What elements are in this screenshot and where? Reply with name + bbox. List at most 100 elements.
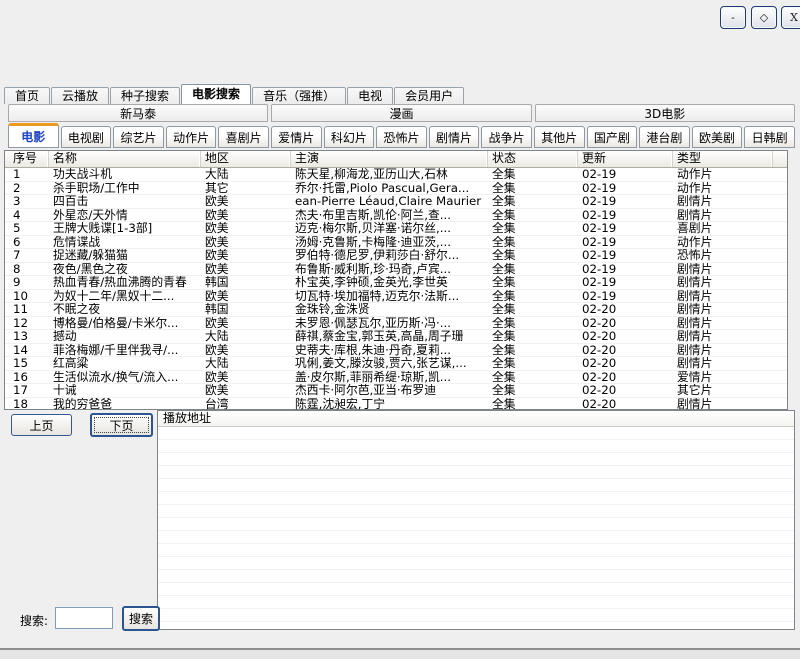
table-row[interactable]: 1 功夫战斗机 大陆 陈天星,柳海龙,亚历山大,石林 全集 02-19 动作片 (5, 168, 787, 182)
play-address-list[interactable] (158, 427, 794, 629)
cell-filler (773, 276, 787, 289)
cell-type: 动作片 (673, 168, 773, 181)
tab-cloud-play[interactable]: 云播放 (51, 87, 109, 104)
cell-filler (773, 371, 787, 384)
table-row[interactable]: 18 我的穷爸爸 台湾 陈霆,沈昶宏,丁宁 全集 02-20 剧情片 (5, 398, 787, 412)
group-tab[interactable]: 新马泰 (8, 104, 268, 122)
category-tab[interactable]: 日韩剧 (744, 126, 795, 148)
category-tab[interactable]: 电视剧 (61, 126, 112, 148)
category-tab[interactable]: 爱情片 (271, 126, 322, 148)
group-tab[interactable]: 漫画 (271, 104, 531, 122)
cell-name: 四百击 (49, 195, 201, 208)
category-tab[interactable]: 港台剧 (639, 126, 690, 148)
cell-status: 全集 (488, 344, 578, 357)
column-header-status[interactable]: 状态 (488, 151, 578, 167)
main-tab-label: 会员用户 (405, 89, 453, 103)
main-tab-bar: 首页 云播放 种子搜索 电影搜索 音乐（强推） 电视 会员用户 (4, 85, 465, 104)
cell-index: 12 (5, 317, 49, 330)
column-header-name[interactable]: 名称 (49, 151, 201, 167)
cell-status: 全集 (488, 398, 578, 411)
table-row[interactable]: 9 热血青春/热血沸腾的青春 韩国 朴宝英,李钟硕,金英光,李世英 全集 02-… (5, 276, 787, 290)
restore-button[interactable]: ◇ (751, 6, 777, 29)
category-tab[interactable]: 战争片 (481, 126, 532, 148)
column-header-index[interactable]: 序号 (5, 151, 49, 167)
cell-updated: 02-20 (578, 384, 673, 397)
category-tab[interactable]: 欧美剧 (692, 126, 743, 148)
close-button[interactable]: X (781, 6, 800, 29)
cell-index: 17 (5, 384, 49, 397)
tab-home[interactable]: 首页 (4, 87, 50, 104)
cell-cast: 布鲁斯·威利斯,珍·玛奇,卢宾... (291, 263, 488, 276)
category-tab-label: 电视剧 (68, 129, 104, 146)
tab-tv[interactable]: 电视 (347, 87, 393, 104)
table-row[interactable]: 14 菲洛梅娜/千里伴我寻/... 欧美 史蒂夫·库根,朱迪·丹奇,夏莉... … (5, 344, 787, 358)
cell-updated: 02-19 (578, 209, 673, 222)
table-row[interactable]: 3 四百击 欧美 ean-Pierre Léaud,Claire Maurier… (5, 195, 787, 209)
category-tab[interactable]: 动作片 (166, 126, 217, 148)
cell-updated: 02-19 (578, 168, 673, 181)
column-header-updated[interactable]: 更新 (578, 151, 673, 167)
group-tab[interactable]: 3D电影 (535, 104, 795, 122)
cell-type: 剧情片 (673, 195, 773, 208)
table-row[interactable]: 7 捉迷藏/躲猫猫 欧美 罗伯特·德尼罗,伊莉莎白·舒尔... 全集 02-19… (5, 249, 787, 263)
table-row[interactable]: 16 生活似流水/换气/流入... 欧美 盖·皮尔斯,菲丽希缇·琼斯,凯... … (5, 371, 787, 385)
cell-cast: 罗伯特·德尼罗,伊莉莎白·舒尔... (291, 249, 488, 262)
category-tab[interactable]: 科幻片 (324, 126, 375, 148)
cell-region: 韩国 (201, 303, 291, 316)
table-row[interactable]: 8 夜色/黑色之夜 欧美 布鲁斯·威利斯,珍·玛奇,卢宾... 全集 02-19… (5, 263, 787, 277)
table-row[interactable]: 11 不眠之夜 韩国 金珠铃,金洙贤 全集 02-20 剧情片 (5, 303, 787, 317)
cell-name: 不眠之夜 (49, 303, 201, 316)
table-row[interactable]: 13 撼动 大陆 薛祺,蔡金宝,郭玉英,高晶,周子珊 全集 02-20 剧情片 (5, 330, 787, 344)
cell-updated: 02-19 (578, 222, 673, 235)
table-row[interactable]: 6 危情谍战 欧美 汤姆·克鲁斯,卡梅隆·迪亚茨,... 全集 02-19 动作… (5, 236, 787, 250)
cell-status: 全集 (488, 263, 578, 276)
table-row[interactable]: 5 王牌大贱谍[1-3部] 欧美 迈克·梅尔斯,贝洋塞·诺尔丝,... 全集 0… (5, 222, 787, 236)
cell-name: 生活似流水/换气/流入... (49, 371, 201, 384)
cell-name: 十诫 (49, 384, 201, 397)
category-tab[interactable]: 其他片 (534, 126, 585, 148)
category-tab-label: 科幻片 (331, 129, 367, 146)
tab-movie-search[interactable]: 电影搜索 (181, 84, 251, 104)
tab-member[interactable]: 会员用户 (394, 87, 464, 104)
search-input[interactable] (55, 607, 113, 629)
tab-torrent-search[interactable]: 种子搜索 (110, 87, 180, 104)
cell-region: 韩国 (201, 276, 291, 289)
prev-page-button[interactable]: 上页 (11, 414, 72, 436)
table-row[interactable]: 4 外星恋/天外情 欧美 杰夫·布里吉斯,凯伦·阿兰,查... 全集 02-19… (5, 209, 787, 223)
table-row[interactable]: 15 红高粱 大陆 巩俐,姜文,滕汝骏,贾六,张艺谋,... 全集 02-20 … (5, 357, 787, 371)
minimize-button[interactable]: - (720, 6, 746, 29)
column-header-cast[interactable]: 主演 (291, 151, 488, 167)
main-tab-label: 电影搜索 (192, 87, 240, 101)
cell-name: 外星恋/天外情 (49, 209, 201, 222)
table-row[interactable]: 17 十诫 欧美 杰西卡·阿尔芭,亚当·布罗迪 全集 02-20 其它片 (5, 384, 787, 398)
search-button[interactable]: 搜索 (122, 606, 160, 631)
cell-cast: 杰西卡·阿尔芭,亚当·布罗迪 (291, 384, 488, 397)
tab-music[interactable]: 音乐（强推） (252, 87, 346, 104)
category-tab[interactable]: 恐怖片 (376, 126, 427, 148)
column-header-region[interactable]: 地区 (201, 151, 291, 167)
category-tab-label: 综艺片 (120, 129, 156, 146)
category-tab[interactable]: 剧情片 (429, 126, 480, 148)
column-header-filler (773, 151, 787, 167)
cell-index: 11 (5, 303, 49, 316)
cell-filler (773, 398, 787, 411)
category-tab[interactable]: 电影 (8, 123, 59, 148)
table-row[interactable]: 12 博格曼/伯格曼/卡米尔... 欧美 未罗恩·佩瑟瓦尔,亚历斯·冯·... … (5, 317, 787, 331)
next-page-button[interactable]: 下页 (90, 413, 153, 437)
category-tab-label: 电影 (21, 128, 45, 145)
cell-updated: 02-19 (578, 182, 673, 195)
category-tab[interactable]: 综艺片 (113, 126, 164, 148)
cell-filler (773, 344, 787, 357)
table-row[interactable]: 2 杀手职场/工作中 其它 乔尔·托雷,Piolo Pascual,Gera..… (5, 182, 787, 196)
column-header-type[interactable]: 类型 (673, 151, 773, 167)
cell-filler (773, 168, 787, 181)
cell-type: 剧情片 (673, 303, 773, 316)
movie-table: 序号 名称 地区 主演 状态 更新 类型 1 功夫战斗机 大陆 陈天星,柳海龙,… (4, 150, 788, 410)
window-bottom-strip (0, 650, 800, 659)
cell-status: 全集 (488, 209, 578, 222)
category-tab[interactable]: 喜剧片 (218, 126, 269, 148)
category-tab[interactable]: 国产剧 (587, 126, 638, 148)
cell-name: 博格曼/伯格曼/卡米尔... (49, 317, 201, 330)
app-window: - ◇ X 首页 云播放 种子搜索 电影搜索 音乐（强推） 电视 会员用户 新马… (0, 0, 800, 659)
table-row[interactable]: 10 为奴十二年/黑奴十二... 欧美 切瓦特·埃加福特,迈克尔·法斯... 全… (5, 290, 787, 304)
